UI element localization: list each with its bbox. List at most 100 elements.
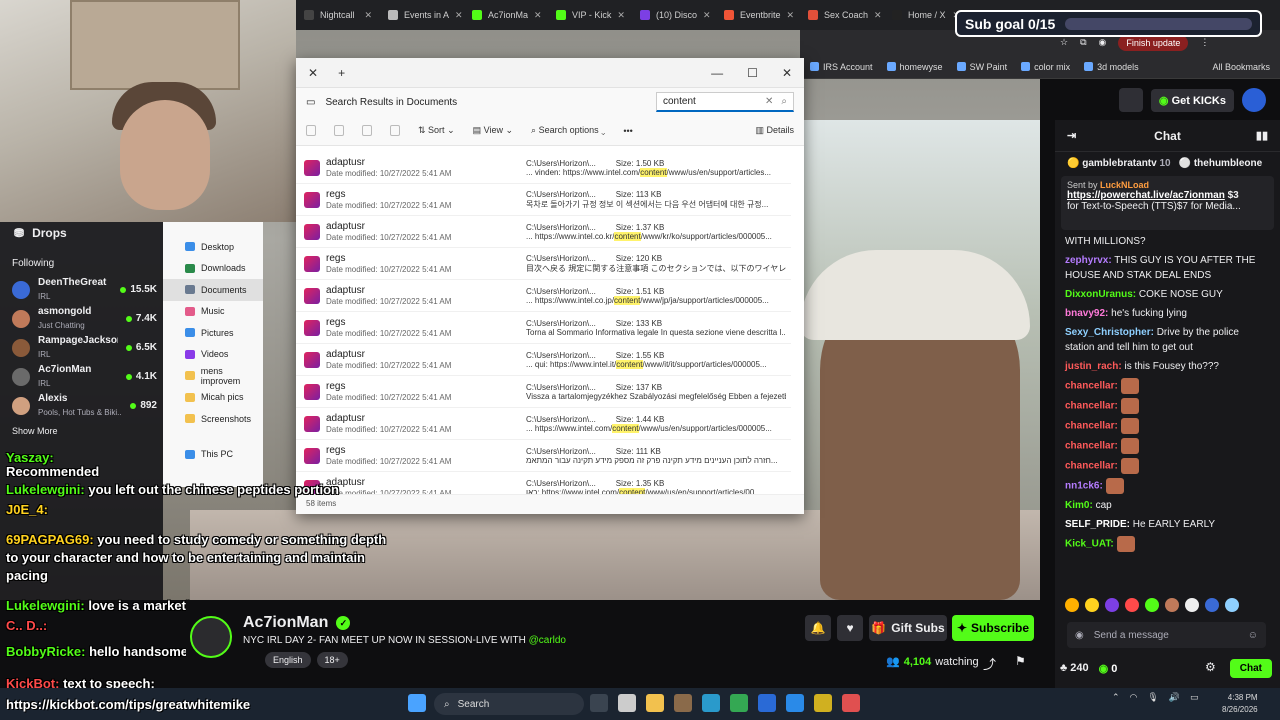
browser-tab[interactable]: Nightcall ✕ (296, 2, 380, 28)
emote-3[interactable] (1105, 598, 1119, 612)
battery-icon[interactable]: ▭ (1190, 692, 1199, 703)
clear-search-icon[interactable]: ✕ (765, 96, 773, 107)
gift-subs-button[interactable]: 🎁 Gift Subs (869, 615, 947, 641)
pinned-sender[interactable]: LuckNLoad (1100, 180, 1149, 190)
chat-username[interactable]: chancellar: (1065, 441, 1118, 452)
delete-icon[interactable] (390, 125, 400, 136)
tab-close-icon[interactable]: ✕ (364, 10, 372, 21)
notepad-icon[interactable] (618, 694, 636, 712)
browser-tab[interactable]: Events in A ✕ (380, 2, 464, 28)
paste-icon[interactable] (362, 125, 372, 136)
search-options-button[interactable]: ⌕ Search options ⌄ (531, 125, 605, 136)
chat-username[interactable]: justin_rach: (1065, 361, 1122, 372)
followed-channel[interactable]: asmongold Just Chatting 7.4K (0, 304, 163, 333)
tab-close-icon[interactable]: ✕ (534, 10, 542, 21)
edge-icon[interactable] (702, 694, 720, 712)
gifter-1[interactable]: 🟡 gamblebratantv 10 (1067, 158, 1171, 169)
followed-channel[interactable]: RampageJackson IRL 6.5K (0, 333, 163, 362)
nav-item[interactable]: Desktop (163, 236, 263, 258)
gifter-2[interactable]: ⚪ thehumbleone (1179, 158, 1263, 169)
result-row[interactable]: regs Date modified: 10/27/2022 5:41 AM C:\… (296, 376, 791, 408)
nav-item[interactable]: Screenshots (163, 408, 263, 430)
result-row[interactable]: regs Date modified: 10/27/2022 5:41 AM C:\… (296, 184, 791, 216)
bookmark-item[interactable]: SW Paint (956, 62, 1007, 72)
taskview-icon[interactable] (590, 694, 608, 712)
chat-username[interactable]: chancellar: (1065, 421, 1118, 432)
bookmark-item[interactable]: IRS Account (810, 62, 873, 72)
copy-icon[interactable] (334, 125, 344, 136)
collapse-chat-icon[interactable]: ⇥ (1067, 129, 1076, 142)
browser-tab[interactable]: Eventbrite ✕ (716, 2, 800, 28)
streamer-avatar[interactable] (190, 616, 232, 658)
pinned-link[interactable]: https://powerchat.live/ac7ionman (1067, 190, 1225, 201)
result-row[interactable]: regs Date modified: 10/27/2022 5:41 AM C:\… (296, 312, 791, 344)
chat-send-button[interactable]: Chat (1229, 658, 1272, 678)
result-row[interactable]: adaptusr Date modified: 10/27/2022 5:41 A… (296, 344, 791, 376)
result-row[interactable]: regs Date modified: 10/27/2022 5:41 AM C:\… (296, 440, 791, 472)
user-avatar[interactable] (1242, 88, 1266, 112)
emote-2[interactable] (1085, 598, 1099, 612)
chat-username[interactable]: Sexy_Christopher: (1065, 327, 1154, 338)
nav-item[interactable]: Videos (163, 344, 263, 366)
result-row[interactable]: adaptusr Date modified: 10/27/2022 5:41 A… (296, 472, 791, 494)
subscribe-button[interactable]: ✦ Subscribe (952, 615, 1034, 641)
browser-tab[interactable]: Sex Coach ✕ (800, 2, 884, 28)
tab-close-icon[interactable]: ✕ (455, 10, 463, 21)
view-button[interactable]: ▤ View ⌄ (473, 125, 513, 136)
result-row[interactable]: adaptusr Date modified: 10/27/2022 5:41 A… (296, 216, 791, 248)
emoji-icon[interactable]: ☺ (1248, 630, 1258, 641)
chat-username[interactable]: Kim0: (1065, 500, 1093, 511)
followed-channel[interactable]: Ac7ionMan IRL 4.1K (0, 362, 163, 391)
details-button[interactable]: ▥ Details (755, 125, 794, 136)
kicks-balance[interactable]: ♣ 240 (1060, 662, 1089, 674)
mic-icon[interactable]: 🎙 (1147, 692, 1158, 703)
address-text[interactable]: Search Results in Documents (325, 97, 457, 108)
minimize-icon[interactable]: — (711, 66, 723, 80)
chat-username[interactable]: DixxonUranus: (1065, 289, 1136, 300)
more-icon[interactable]: ••• (623, 126, 632, 136)
chat-username[interactable]: nn1ck6: (1065, 481, 1103, 492)
nav-item[interactable]: Documents (163, 279, 263, 301)
browser-tab[interactable]: (10) Disco ✕ (632, 2, 716, 28)
emote-6[interactable] (1165, 598, 1179, 612)
tag-language[interactable]: English (265, 652, 311, 668)
streamer-name[interactable]: Ac7ionMan (243, 614, 328, 632)
chat-username[interactable]: zephyrvx: (1065, 255, 1112, 266)
sort-button[interactable]: ⇅ Sort ⌄ (418, 125, 455, 136)
emote-1[interactable] (1065, 598, 1079, 612)
windows-start-icon[interactable] (408, 694, 426, 712)
chat-username[interactable]: SELF_PRIDE: (1065, 519, 1130, 530)
close-icon[interactable]: ✕ (782, 66, 792, 80)
browse-icon[interactable] (1118, 88, 1143, 112)
chat-users-icon[interactable]: ▮▮ (1256, 129, 1268, 142)
close-tab-icon[interactable]: ✕ (308, 66, 318, 80)
show-more-link[interactable]: Show More (0, 420, 163, 442)
wallet-icon[interactable] (674, 694, 692, 712)
bookmark-item[interactable]: color mix (1021, 62, 1070, 72)
chat-username[interactable]: chancellar: (1065, 381, 1118, 392)
taskbar-search[interactable]: ⌕ Search (434, 693, 584, 715)
tab-close-icon[interactable]: ✕ (617, 10, 625, 21)
drops-item[interactable]: ⛃ Drops (0, 222, 163, 244)
bookmark-item[interactable]: 3d models (1084, 62, 1139, 72)
wifi-icon[interactable]: ◠ (1130, 692, 1138, 703)
tag-mature[interactable]: 18+ (316, 652, 348, 668)
explorer-search-box[interactable]: content ✕ ⌕ (656, 92, 794, 112)
get-kicks-button[interactable]: ◉ Get KICKs (1150, 88, 1234, 112)
tab-close-icon[interactable]: ✕ (787, 10, 795, 21)
emote-9[interactable] (1225, 598, 1239, 612)
result-row[interactable]: adaptusr Date modified: 10/27/2022 5:41 A… (296, 408, 791, 440)
star-icon[interactable]: ☆ (1060, 37, 1068, 48)
report-icon[interactable]: ⚑ (1015, 654, 1026, 668)
result-row[interactable]: regs Date modified: 10/27/2022 5:41 AM C:\… (296, 248, 791, 280)
app-icon-1[interactable] (814, 694, 832, 712)
follow-heart-icon[interactable]: ♥ (837, 615, 863, 641)
nav-item[interactable]: Downloads (163, 258, 263, 280)
followed-channel[interactable]: DeenTheGreat IRL 15.5K (0, 275, 163, 304)
emote-5[interactable] (1145, 598, 1159, 612)
send-message-input[interactable]: ◉ Send a message ☺ (1067, 622, 1266, 648)
stream-title-mention[interactable]: @carldo (529, 635, 566, 646)
result-row[interactable]: adaptusr Date modified: 10/27/2022 5:41 A… (296, 152, 791, 184)
photos-icon[interactable] (786, 694, 804, 712)
followed-channel[interactable]: Alexis Pools, Hot Tubs & Biki... 892 (0, 391, 163, 420)
